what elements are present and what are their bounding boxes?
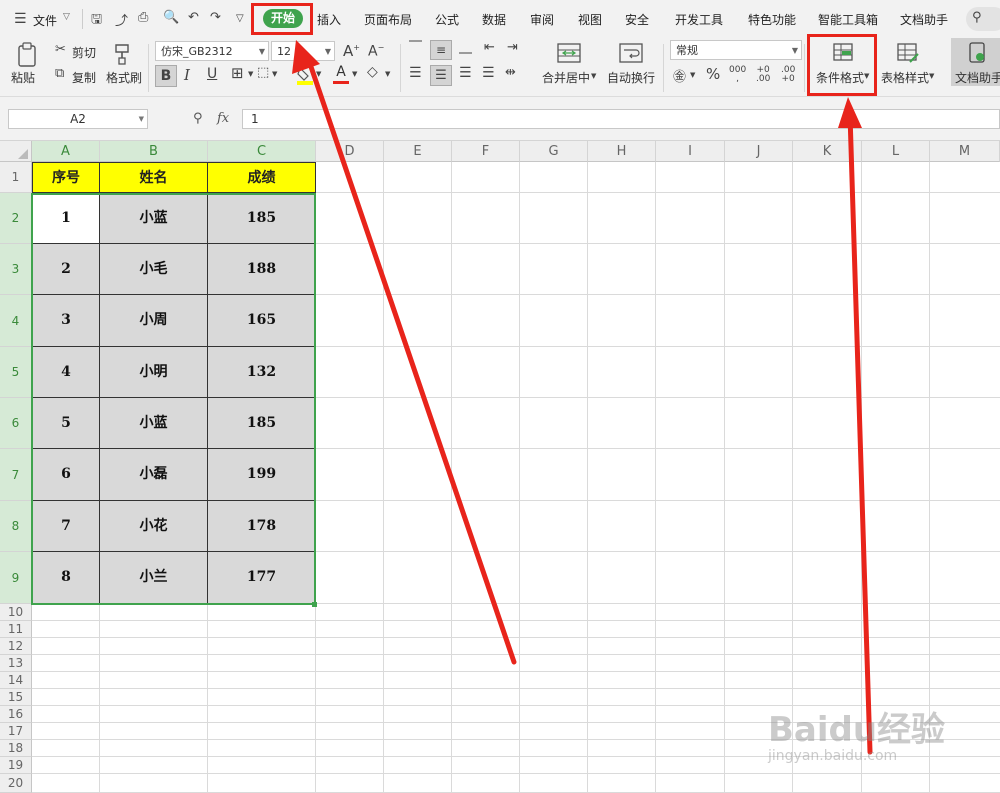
- arrow-to-home-tab: [292, 40, 517, 665]
- baidu-watermark-logo: Baidu经验: [768, 710, 946, 750]
- baidu-watermark-url: jingyan.baidu.com: [768, 748, 898, 764]
- arrow-to-conditional-format: [838, 97, 873, 755]
- annotation-arrows: [292, 40, 873, 755]
